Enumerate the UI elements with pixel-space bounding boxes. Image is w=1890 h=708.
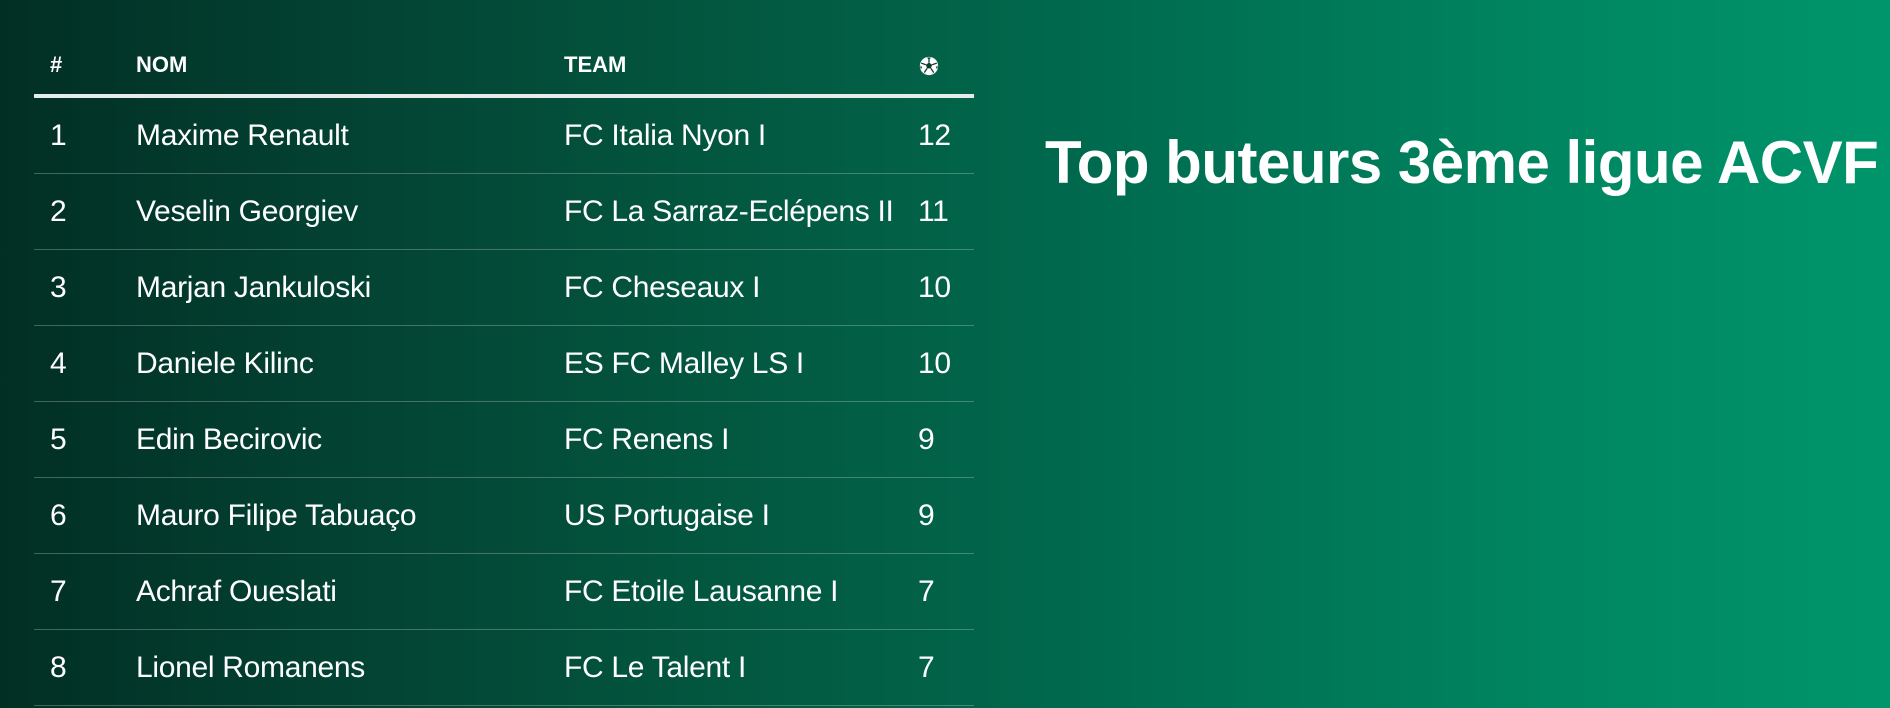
team-cell: US Portugaise I xyxy=(548,477,918,554)
table-row: 3 Marjan Jankuloski FC Cheseaux I 10 xyxy=(34,249,974,326)
player-name-cell: Daniele Kilinc xyxy=(120,325,548,402)
rank-cell: 2 xyxy=(34,173,120,250)
goals-column-header xyxy=(918,36,974,98)
scorers-table: # NOM TEAM 1 Maxime Renault FC Italia Ny… xyxy=(34,36,974,706)
player-name-cell: Veselin Georgiev xyxy=(120,173,548,250)
table-row: 4 Daniele Kilinc ES FC Malley LS I 10 xyxy=(34,325,974,402)
table-row: 1 Maxime Renault FC Italia Nyon I 12 xyxy=(34,96,974,174)
soccer-ball-icon xyxy=(919,57,939,76)
player-name-cell: Edin Becirovic xyxy=(120,401,548,478)
rank-cell: 1 xyxy=(34,96,120,174)
goals-cell: 9 xyxy=(918,401,974,478)
table-body: 1 Maxime Renault FC Italia Nyon I 12 2 V… xyxy=(34,96,974,706)
name-column-header: NOM xyxy=(120,36,548,98)
goals-cell: 12 xyxy=(918,96,974,174)
rank-cell: 5 xyxy=(34,401,120,478)
goals-cell: 11 xyxy=(918,173,974,250)
player-name-cell: Lionel Romanens xyxy=(120,629,548,706)
table-header: # NOM TEAM xyxy=(34,36,974,98)
rank-cell: 7 xyxy=(34,553,120,630)
rank-cell: 6 xyxy=(34,477,120,554)
team-cell: ES FC Malley LS I xyxy=(548,325,918,402)
rank-cell: 3 xyxy=(34,249,120,326)
rank-cell: 8 xyxy=(34,629,120,706)
rank-cell: 4 xyxy=(34,325,120,402)
goals-cell: 10 xyxy=(918,325,974,402)
goals-cell: 9 xyxy=(918,477,974,554)
rank-column-header: # xyxy=(34,36,120,98)
page-title: Top buteurs 3ème ligue ACVF xyxy=(1045,129,1879,196)
team-cell: FC Cheseaux I xyxy=(548,249,918,326)
goals-cell: 7 xyxy=(918,553,974,630)
goals-cell: 10 xyxy=(918,249,974,326)
table-row: 8 Lionel Romanens FC Le Talent I 7 xyxy=(34,629,974,706)
team-cell: FC Le Talent I xyxy=(548,629,918,706)
player-name-cell: Mauro Filipe Tabuaço xyxy=(120,477,548,554)
team-cell: FC Italia Nyon I xyxy=(548,96,918,174)
team-column-header: TEAM xyxy=(548,36,918,98)
scorers-table-container: # NOM TEAM 1 Maxime Renault FC Italia Ny… xyxy=(34,36,974,706)
table-row: 7 Achraf Oueslati FC Etoile Lausanne I 7 xyxy=(34,553,974,630)
goals-cell: 7 xyxy=(918,629,974,706)
table-row: 6 Mauro Filipe Tabuaço US Portugaise I 9 xyxy=(34,477,974,554)
table-row: 5 Edin Becirovic FC Renens I 9 xyxy=(34,401,974,478)
player-name-cell: Achraf Oueslati xyxy=(120,553,548,630)
player-name-cell: Marjan Jankuloski xyxy=(120,249,548,326)
team-cell: FC Renens I xyxy=(548,401,918,478)
team-cell: FC Etoile Lausanne I xyxy=(548,553,918,630)
player-name-cell: Maxime Renault xyxy=(120,96,548,174)
team-cell: FC La Sarraz-Eclépens II xyxy=(548,173,918,250)
header-row: # NOM TEAM xyxy=(34,36,974,98)
table-row: 2 Veselin Georgiev FC La Sarraz-Eclépens… xyxy=(34,173,974,250)
